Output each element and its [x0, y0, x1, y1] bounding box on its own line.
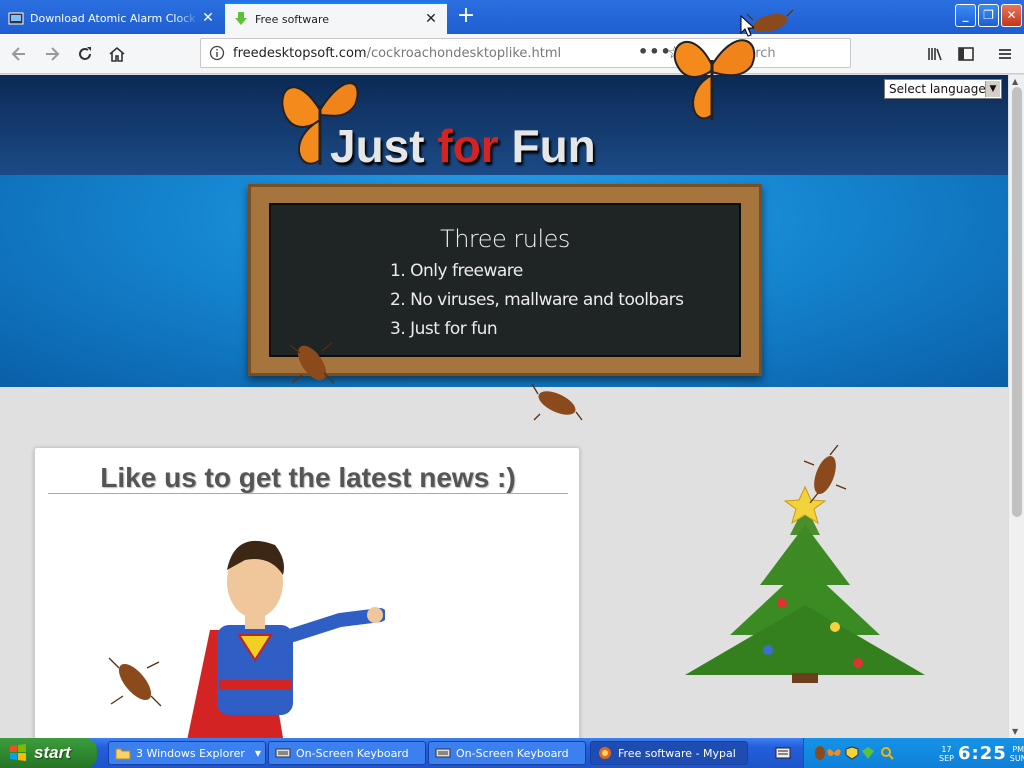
- clock-ampm: PM SUN: [1009, 744, 1024, 763]
- scroll-down-icon[interactable]: ▼: [1012, 727, 1018, 736]
- hamburger-menu-icon: [999, 49, 1011, 59]
- forward-button[interactable]: [38, 40, 66, 68]
- new-tab-button[interactable]: +: [455, 5, 477, 28]
- taskbar-item-onscreen-keyboard[interactable]: On-Screen Keyboard: [428, 741, 586, 765]
- url-text[interactable]: freedesktopsoft.com/cockroachondesktopli…: [233, 46, 561, 61]
- system-tray: 17 SEP 6:25 PM SUN: [803, 738, 1024, 768]
- taskbar-item-label: On-Screen Keyboard: [456, 746, 569, 760]
- close-window-button[interactable]: ✕: [1001, 4, 1022, 27]
- library-icon: [928, 48, 942, 61]
- rule-item: 3. Just for fun: [390, 319, 498, 339]
- chevron-down-icon: ▼: [254, 748, 261, 758]
- tab-title: Download Atomic Alarm Clock - Co: [30, 11, 200, 25]
- clock[interactable]: 17 SEP 6:25 PM SUN: [939, 743, 1024, 764]
- home-icon: [109, 46, 125, 62]
- folder-icon: [115, 748, 131, 760]
- butterfly-image: [281, 82, 359, 165]
- chalkboard-title: Three rules: [440, 225, 570, 253]
- menu-button[interactable]: [991, 40, 1019, 68]
- info-icon[interactable]: [209, 45, 225, 61]
- chevron-down-icon: ▼: [985, 81, 1000, 97]
- taskbar-item-mypal-browser[interactable]: Free software - Mypal: [590, 741, 748, 765]
- superhero-mascot-image: [187, 540, 385, 738]
- tab-close-icon[interactable]: ✕: [423, 11, 439, 27]
- start-button[interactable]: start: [0, 738, 97, 768]
- taskbar-item-label: On-Screen Keyboard: [296, 746, 409, 760]
- sidebar-button[interactable]: [952, 40, 980, 68]
- cockroach-image: [108, 657, 162, 707]
- sidebar-icon: [958, 47, 974, 61]
- cockroach-image: [531, 383, 583, 421]
- download-arrow-icon: [235, 12, 247, 25]
- minimize-button[interactable]: _: [955, 4, 976, 27]
- cockroach-image: [289, 342, 335, 384]
- keyboard-icon: [435, 748, 451, 758]
- reload-button[interactable]: [71, 40, 99, 68]
- taskbar: start 3 Windows Explorer ▼ On-Screen Key…: [0, 738, 1024, 768]
- tab-strip: Download Atomic Alarm Clock - Co ✕ Free …: [0, 0, 1024, 34]
- tab-free-software[interactable]: Free software ✕: [225, 2, 447, 34]
- mouse-cursor-icon: [740, 15, 754, 37]
- web-page: Just for Fun Select language ▼ Three rul…: [0, 75, 1008, 738]
- start-label: start: [34, 743, 71, 762]
- chalkboard-surface: Three rules 1. Only freeware 2. No virus…: [269, 203, 741, 357]
- cockroach-image: [803, 445, 847, 504]
- rule-item: 2. No viruses, mallware and toolbars: [390, 290, 684, 310]
- keyboard-icon[interactable]: [775, 746, 791, 760]
- taskbar-item-label: 3 Windows Explorer: [136, 746, 245, 760]
- reload-icon: [79, 47, 91, 60]
- scroll-up-icon[interactable]: ▲: [1012, 77, 1018, 86]
- tab-title: Free software: [255, 12, 330, 26]
- home-button[interactable]: [103, 40, 131, 68]
- panel-title: Like us to get the latest news :): [100, 462, 516, 493]
- browser-icon: [599, 747, 611, 759]
- keyboard-icon: [275, 748, 291, 758]
- rule-item: 1. Only freeware: [390, 261, 523, 281]
- tab-atomic-alarm-clock[interactable]: Download Atomic Alarm Clock - Co ✕: [0, 2, 224, 34]
- tab-close-icon[interactable]: ✕: [200, 10, 216, 26]
- taskbar-item-onscreen-keyboard[interactable]: On-Screen Keyboard: [268, 741, 426, 765]
- clock-time: 6:25: [957, 743, 1007, 764]
- alarm-clock-icon: [8, 12, 24, 25]
- library-button[interactable]: [921, 40, 949, 68]
- maximize-button[interactable]: ❐: [978, 4, 999, 27]
- scroll-thumb[interactable]: [1012, 87, 1022, 517]
- taskbar-item-label: Free software - Mypal: [618, 746, 736, 760]
- windows-logo-icon: [10, 744, 26, 761]
- language-select-value: Select language: [889, 82, 986, 96]
- tray-icons: [815, 746, 894, 760]
- divider: [48, 493, 568, 494]
- back-arrow-icon: [11, 47, 25, 61]
- taskbar-item-windows-explorer[interactable]: 3 Windows Explorer ▼: [108, 741, 266, 765]
- site-title: Just for Fun: [330, 120, 596, 172]
- forward-arrow-icon: [46, 47, 60, 61]
- language-select[interactable]: Select language ▼: [884, 79, 1002, 99]
- navigation-bar: freedesktopsoft.com/cockroachondesktopli…: [0, 34, 1024, 74]
- christmas-tree-image: [685, 485, 925, 683]
- vertical-scrollbar[interactable]: ▲ ▼: [1008, 75, 1024, 738]
- clock-date: 17 SEP: [939, 744, 954, 763]
- back-button[interactable]: [5, 40, 33, 68]
